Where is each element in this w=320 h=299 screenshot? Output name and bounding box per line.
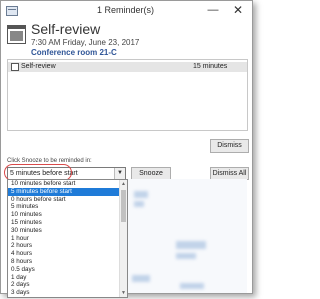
snooze-option[interactable]: 2 hours bbox=[8, 242, 127, 250]
reminder-location: Conference room 21-C bbox=[31, 48, 117, 57]
snooze-option[interactable]: 4 hours bbox=[8, 250, 127, 258]
reminder-subject: Self-review bbox=[31, 21, 101, 37]
snooze-selected-value: 5 minutes before start bbox=[10, 170, 78, 177]
close-button[interactable]: ✕ bbox=[230, 3, 246, 17]
appointment-icon bbox=[11, 63, 19, 71]
snooze-label: Click Snooze to be reminded in: bbox=[7, 158, 92, 164]
calendar-icon bbox=[7, 25, 26, 44]
snooze-option[interactable]: 8 hours bbox=[8, 258, 127, 266]
snooze-dropdown-list[interactable]: 10 minutes before start 5 minutes before… bbox=[7, 179, 128, 298]
reminder-window: 1 Reminder(s) — ✕ Self-review 7:30 AM Fr… bbox=[0, 0, 253, 298]
scroll-up-icon[interactable]: ▲ bbox=[120, 181, 127, 187]
window-title: 1 Reminder(s) bbox=[97, 5, 155, 15]
calendar-small-icon bbox=[6, 6, 18, 16]
reminder-time: 7:30 AM Friday, June 23, 2017 bbox=[31, 38, 140, 47]
snooze-option[interactable]: 10 minutes bbox=[8, 211, 127, 219]
list-item-due-in: 15 minutes bbox=[193, 63, 228, 70]
snooze-option[interactable]: 5 minutes bbox=[8, 203, 127, 211]
dismiss-button[interactable]: Dismiss bbox=[210, 139, 249, 153]
snooze-option[interactable]: 2 days bbox=[8, 281, 127, 289]
snooze-option[interactable]: 0.5 days bbox=[8, 266, 127, 274]
list-item-subject: Self-review bbox=[21, 63, 56, 70]
snooze-option[interactable]: 15 minutes bbox=[8, 219, 127, 227]
snooze-option[interactable]: 3 days bbox=[8, 289, 127, 297]
dropdown-scrollbar[interactable]: ▲ ▼ bbox=[119, 180, 127, 297]
snooze-option[interactable]: 30 minutes bbox=[8, 227, 127, 235]
title-bar: 1 Reminder(s) — ✕ bbox=[1, 1, 252, 21]
snooze-option[interactable]: 0 hours before start bbox=[8, 196, 127, 204]
chevron-down-icon[interactable]: ▼ bbox=[114, 168, 125, 179]
snooze-option[interactable]: 10 minutes before start bbox=[8, 180, 127, 188]
scrollbar-thumb[interactable] bbox=[121, 190, 126, 222]
list-item[interactable]: Self-review 15 minutes bbox=[8, 62, 247, 72]
scroll-down-icon[interactable]: ▼ bbox=[120, 290, 127, 296]
snooze-option-selected[interactable]: 5 minutes before start bbox=[8, 187, 127, 196]
minimize-button[interactable]: — bbox=[205, 3, 221, 17]
snooze-option[interactable]: 1 day bbox=[8, 274, 127, 282]
reminder-list[interactable]: Self-review 15 minutes bbox=[7, 59, 248, 131]
snooze-option[interactable]: 1 hour bbox=[8, 235, 127, 243]
background-calendar bbox=[126, 179, 247, 293]
